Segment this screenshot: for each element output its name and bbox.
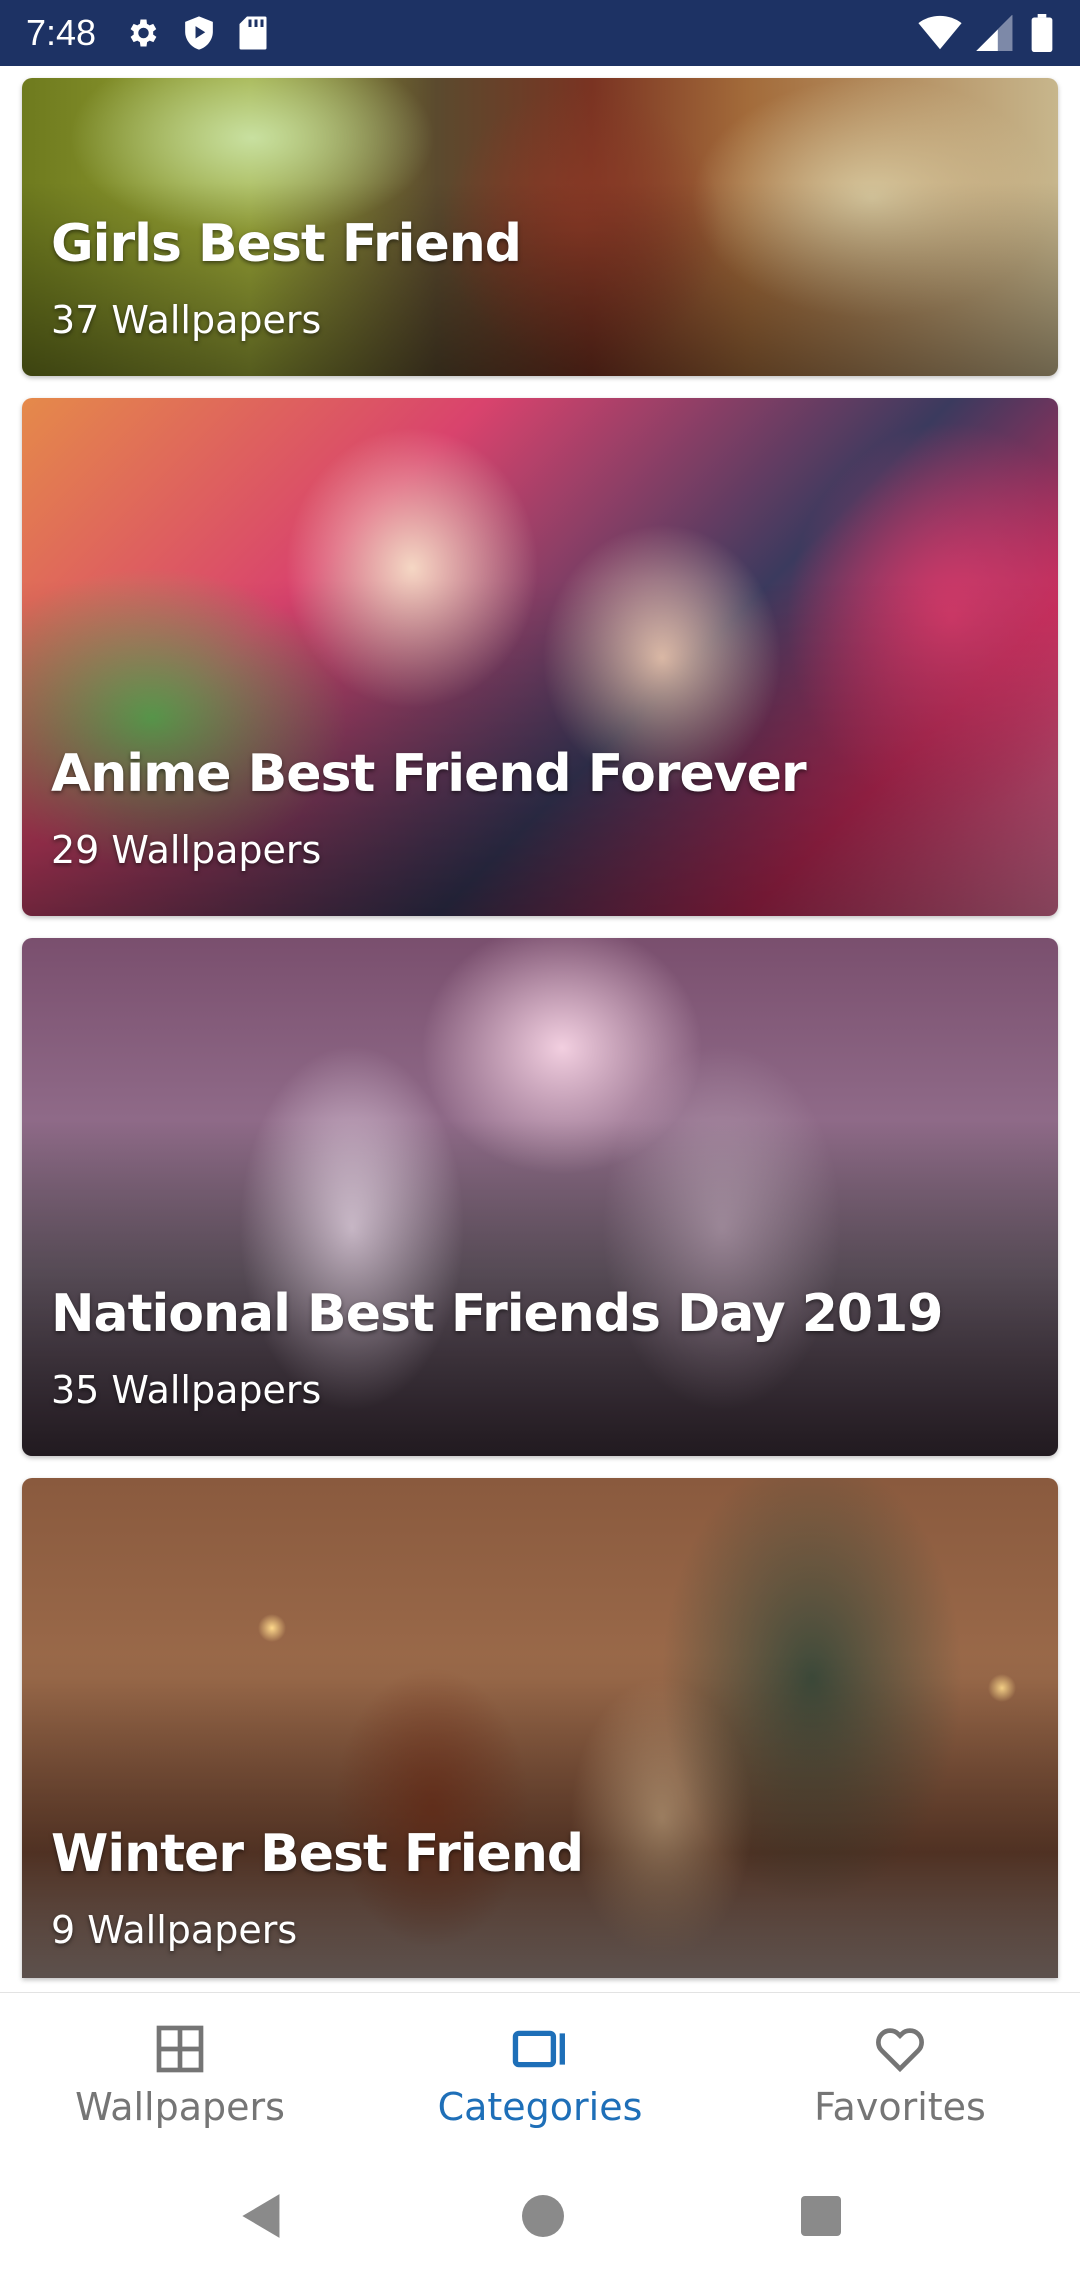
category-title: Girls Best Friend xyxy=(51,214,522,274)
category-card[interactable]: Anime Best Friend Forever 29 Wallpapers xyxy=(22,398,1058,916)
category-list[interactable]: Girls Best Friend 37 Wallpapers Anime Be… xyxy=(0,66,1080,1992)
nav-label-categories: Categories xyxy=(437,2085,643,2129)
category-card[interactable]: Girls Best Friend 37 Wallpapers xyxy=(22,78,1058,376)
system-navigation-bar xyxy=(0,2152,1080,2280)
wifi-icon xyxy=(918,15,962,50)
nav-item-categories[interactable]: Categories xyxy=(360,1993,720,2152)
category-count: 37 Wallpapers xyxy=(51,298,322,342)
grid-icon xyxy=(156,2025,204,2073)
category-title: Anime Best Friend Forever xyxy=(51,744,807,804)
category-count: 29 Wallpapers xyxy=(51,828,322,872)
nav-label-wallpapers: Wallpapers xyxy=(75,2085,285,2129)
battery-icon xyxy=(1031,14,1053,52)
category-title: National Best Friends Day 2019 xyxy=(51,1284,943,1344)
status-time: 7:48 xyxy=(26,12,97,53)
nav-item-favorites[interactable]: Favorites xyxy=(720,1993,1080,2152)
nav-item-wallpapers[interactable]: Wallpapers xyxy=(0,1993,360,2152)
categories-icon xyxy=(512,2030,565,2068)
status-bar: 7:48 xyxy=(0,0,1080,66)
status-system-icons xyxy=(918,14,1054,52)
category-count: 9 Wallpapers xyxy=(51,1908,298,1952)
category-count: 35 Wallpapers xyxy=(51,1368,322,1412)
home-icon[interactable] xyxy=(521,2195,564,2237)
category-card[interactable]: National Best Friends Day 2019 35 Wallpa… xyxy=(22,938,1058,1456)
nav-label-favorites: Favorites xyxy=(814,2085,986,2129)
status-notification-icons xyxy=(124,15,268,51)
signal-icon xyxy=(976,15,1013,51)
category-card[interactable]: Winter Best Friend 9 Wallpapers xyxy=(22,1478,1058,1978)
play-protect-icon xyxy=(185,16,213,50)
recents-icon[interactable] xyxy=(801,2196,842,2236)
bottom-navigation: Wallpapers Categories Favorites xyxy=(0,1992,1080,2152)
heart-icon xyxy=(876,2028,924,2073)
category-title: Winter Best Friend xyxy=(51,1824,584,1884)
sd-card-icon xyxy=(239,16,267,50)
gear-icon xyxy=(130,19,157,47)
back-icon[interactable] xyxy=(239,2192,285,2240)
